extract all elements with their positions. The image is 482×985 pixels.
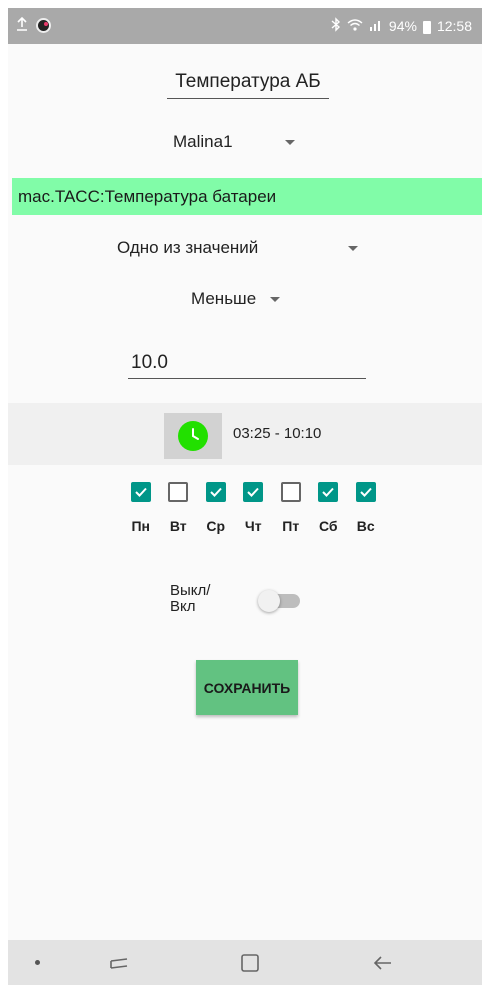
navigation-bar (8, 940, 482, 985)
day-checkbox[interactable] (168, 482, 189, 502)
time-range: 03:25 - 10:10 (233, 425, 322, 442)
day-label: Вс (356, 518, 375, 534)
device-dropdown[interactable]: Malina1 (173, 132, 295, 152)
clock-time: 12:58 (436, 18, 472, 34)
toggle-label-line: Выкл/ (170, 582, 211, 599)
comparison-dropdown-value: Меньше (191, 289, 257, 308)
toggle-label: Выкл/ Вкл (170, 583, 230, 615)
status-bar-right: 94% 12:58 (331, 17, 472, 35)
clock-icon (178, 421, 208, 451)
day-checkbox[interactable] (130, 482, 151, 502)
day-label: Ср (206, 518, 226, 534)
app-screen: 94% 12:58 Температура АБ Malina1 mac.TAC… (8, 8, 482, 985)
check-icon (322, 487, 334, 497)
check-icon (135, 487, 147, 497)
nav-dot-icon (35, 960, 40, 965)
time-picker-button[interactable] (164, 413, 222, 459)
check-icon (360, 487, 372, 497)
check-icon (247, 487, 259, 497)
bluetooth-icon (331, 17, 341, 35)
dropdown-arrow-icon (348, 245, 359, 251)
weekday-selector: Пн Вт Ср Чт Пт Сб Вс (122, 482, 385, 534)
day-label: Пт (282, 518, 300, 534)
device-dropdown-value: Malina1 (173, 132, 233, 151)
wifi-icon (347, 18, 363, 34)
comparison-dropdown[interactable]: Меньше (191, 289, 281, 309)
day-tuesday: Вт (160, 482, 198, 534)
condition-dropdown[interactable]: Одно из значений (117, 238, 359, 258)
day-checkbox[interactable] (318, 482, 339, 502)
condition-dropdown-value: Одно из значений (117, 238, 259, 257)
check-icon (285, 487, 297, 497)
day-label: Пн (131, 518, 151, 534)
dropdown-arrow-icon (270, 296, 281, 302)
check-icon (210, 487, 222, 497)
back-icon[interactable] (370, 950, 396, 976)
battery-icon (422, 20, 431, 34)
app-notification-icon (36, 18, 51, 33)
status-bar: 94% 12:58 (8, 8, 482, 44)
time-row: 03:25 - 10:10 (8, 403, 482, 465)
day-wednesday: Ср (197, 482, 235, 534)
sensor-banner[interactable]: mac.TACC:Температура батареи (12, 178, 482, 215)
day-saturday: Сб (310, 482, 348, 534)
check-icon (172, 487, 184, 497)
day-monday: Пн (122, 482, 160, 534)
home-icon[interactable] (237, 950, 263, 976)
day-checkbox[interactable] (243, 482, 264, 502)
threshold-input[interactable]: 10.0 (128, 347, 366, 379)
switch-thumb[interactable] (258, 590, 280, 612)
toggle-label-line: Вкл (170, 598, 196, 615)
day-checkbox[interactable] (205, 482, 226, 502)
status-bar-left (16, 16, 51, 34)
signal-icon (369, 18, 383, 34)
title-input[interactable]: Температура АБ (167, 65, 329, 99)
upload-icon (16, 16, 28, 34)
day-label: Чт (244, 518, 262, 534)
day-sunday: Вс (347, 482, 385, 534)
day-label: Сб (318, 518, 338, 534)
day-friday: Пт (272, 482, 310, 534)
save-button[interactable]: СОХРАНИТЬ (196, 660, 298, 715)
day-thursday: Чт (235, 482, 273, 534)
day-checkbox[interactable] (280, 482, 301, 502)
day-checkbox[interactable] (355, 482, 376, 502)
recent-apps-icon[interactable] (106, 950, 132, 976)
day-label: Вт (169, 518, 187, 534)
battery-percent: 94% (388, 18, 417, 34)
dropdown-arrow-icon (284, 139, 295, 145)
